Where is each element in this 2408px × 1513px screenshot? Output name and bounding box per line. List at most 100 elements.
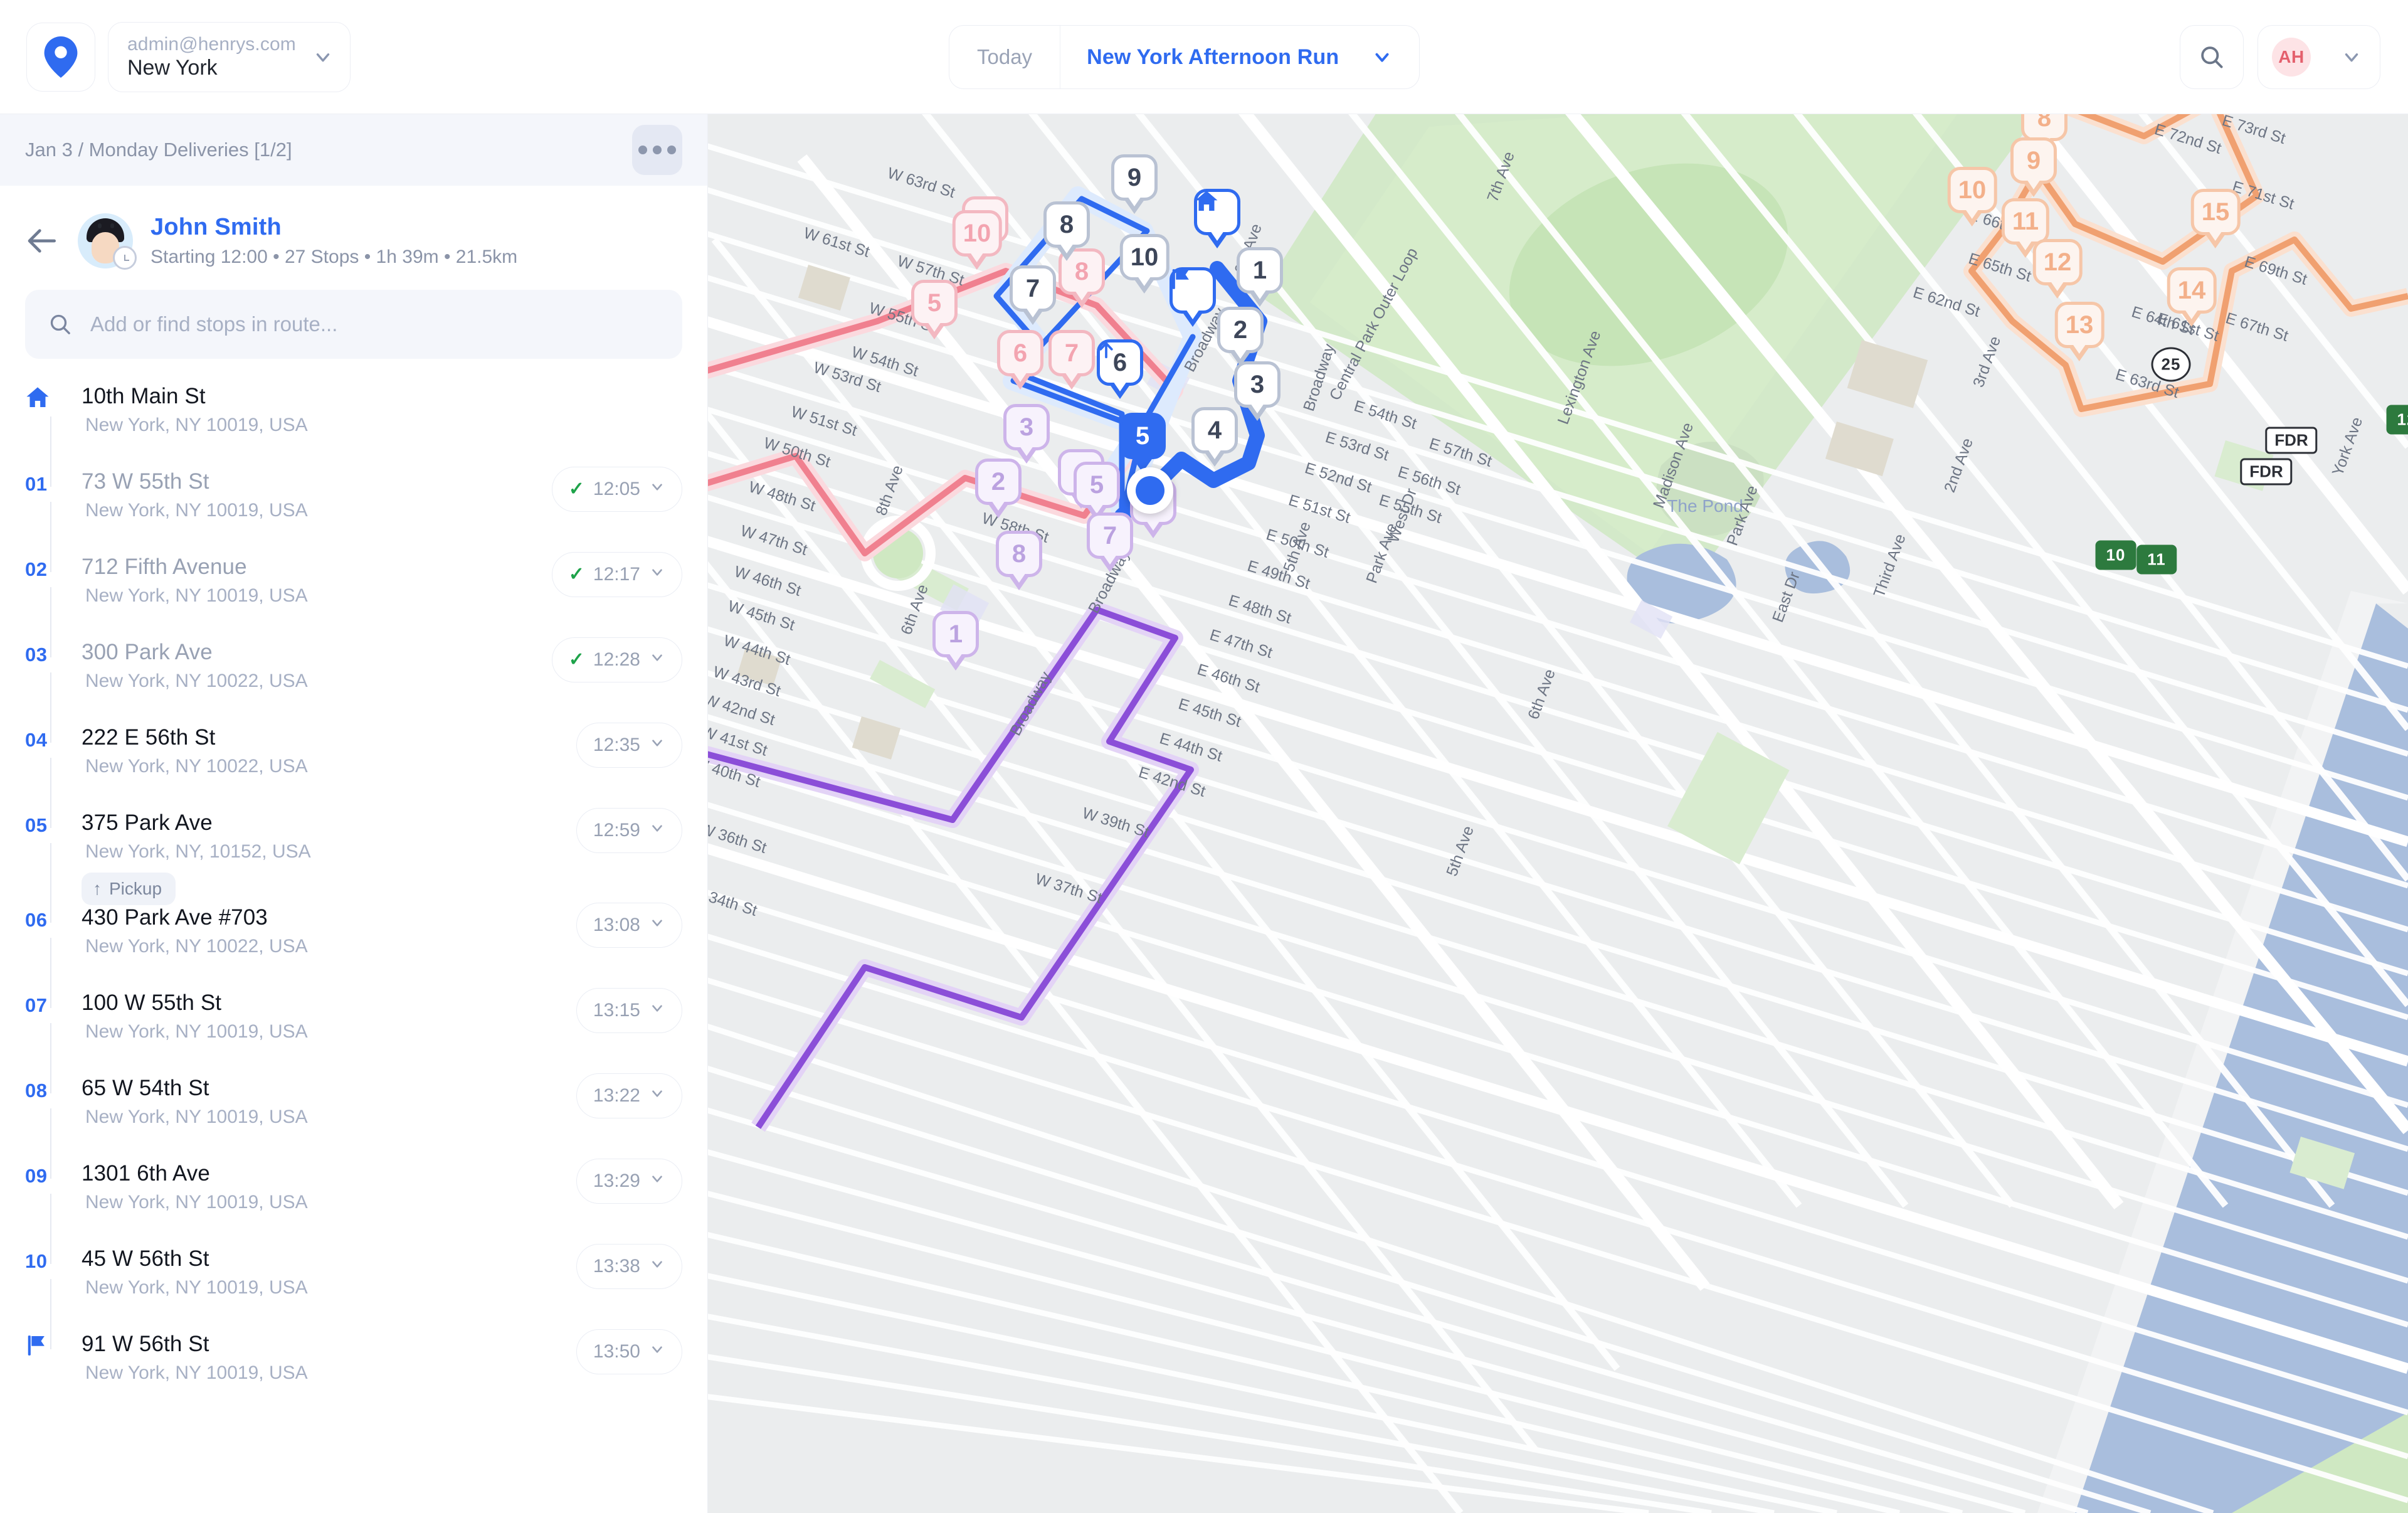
stop-details: 375 Park Ave New York, NY, 10152, USA ↑ Pic… [82,810,576,905]
stop-number: 01 [25,473,48,495]
stop-row[interactable]: 09 1301 6th Ave New York, NY 10019, USA 13:… [0,1159,707,1264]
stop-time: 13:29 [593,1171,640,1191]
stop-time-pill[interactable]: 12:59 [576,808,682,853]
map-marker-7[interactable]: 7 [1087,512,1133,582]
flag-icon [28,1335,45,1356]
marker-label [1194,189,1240,235]
stop-row[interactable]: 02 712 Fifth Avenue New York, NY 10019, US… [0,552,707,657]
stop-time-pill[interactable]: 12:35 [576,723,682,768]
map-marker-9[interactable]: 9 [1111,154,1158,224]
stop-number: 04 [25,729,48,751]
current-position-marker[interactable] [1127,467,1173,514]
more-options-button[interactable] [632,125,682,175]
marker-label: 10 [952,210,1002,257]
search-button[interactable] [2180,25,2244,89]
stop-time-pill[interactable]: 13:15 [576,988,682,1033]
stop-row[interactable]: 91 W 56th St New York, NY 10019, USA 13:50 [0,1329,707,1417]
stop-details: 1301 6th Ave New York, NY 10019, USA [82,1161,576,1246]
map-label: FDR [2240,458,2293,486]
stop-row[interactable]: 08 65 W 54th St New York, NY 10019, USA 13:… [0,1073,707,1179]
stop-time-pill[interactable]: 13:38 [576,1244,682,1289]
stop-row[interactable]: 10 45 W 56th St New York, NY 10019, USA 13:… [0,1244,707,1349]
stop-row[interactable]: 05 375 Park Ave New York, NY, 10152, USA ↑ P… [0,808,707,923]
map-marker-10[interactable]: 10 [1947,167,1997,236]
map-canvas[interactable]: Central Park Outer Loop West Dr East Dr The… [708,114,2408,1513]
map-marker-3[interactable]: 3 [1234,361,1281,431]
map-marker-6[interactable]: 6 [1097,339,1143,409]
route-sidebar: Jan 3 / Monday Deliveries [1/2] John Smi… [0,114,708,1513]
deliveries-label: Jan 3 / Monday Deliveries [1/2] [25,139,292,161]
map-marker-14[interactable]: 14 [2167,267,2217,337]
map-marker-13[interactable]: 13 [2054,302,2104,371]
map-marker-6[interactable]: 6 [997,330,1043,400]
account-selector[interactable]: admin@henrys.com New York [108,21,351,92]
stop-time-pill[interactable]: 13:08 [576,903,682,948]
user-menu-button[interactable]: AH [2258,25,2380,89]
map-marker-7[interactable]: 7 [1048,330,1095,400]
stop-address: New York, NY 10022, USA [85,671,308,691]
stop-row[interactable]: 03 300 Park Ave New York, NY 10022, USA ✓ 12… [0,637,707,743]
map-marker-12[interactable]: 12 [2032,239,2083,309]
app-logo-button[interactable] [26,22,95,92]
check-icon: ✓ [568,479,584,499]
map-label: FDR [2265,427,2318,454]
stop-details: 430 Park Ave #703 New York, NY 10022, USA [82,905,576,990]
today-button[interactable]: Today [949,26,1061,88]
stop-details: 73 W 55th St New York, NY 10019, USA [82,469,552,555]
marker-label: 8 [996,531,1042,577]
stop-details: 300 Park Ave New York, NY 10022, USA [82,640,552,725]
account-email: admin@henrys.com [127,34,296,55]
map-marker-8[interactable]: 8 [996,531,1042,600]
home-icon [26,387,49,407]
driver-name[interactable]: John Smith [150,214,517,241]
route-switcher: Today New York Afternoon Run [949,25,1420,89]
stop-time-pill[interactable]: 13:22 [576,1073,682,1118]
arrow-left-icon[interactable] [25,223,60,258]
stop-time-pill[interactable]: ✓ 12:05 [551,467,682,512]
stop-details: 222 E 56th St New York, NY 10022, USA [82,725,576,810]
chevron-down-icon [649,479,665,500]
marker-label: 8 [1043,201,1090,248]
map-marker-5[interactable]: 5 [2122,114,2168,124]
map-marker-1[interactable]: 1 [932,611,979,681]
stop-time-pill[interactable]: 13:50 [576,1329,682,1374]
stop-search-box[interactable]: Add or find stops in route... [25,290,682,359]
search-input[interactable]: Add or find stops in route... [90,312,337,336]
marker-label: 3 [1003,404,1050,450]
stop-row[interactable]: 06 430 Park Ave #703 New York, NY 10022, U… [0,903,707,1008]
map-marker-15[interactable]: 15 [2190,189,2241,258]
map-marker-10[interactable]: 10 [1119,234,1170,304]
stop-time: 12:17 [593,564,640,585]
map-marker-flag[interactable] [1170,267,1216,337]
map-marker-8[interactable]: 8 [1043,201,1090,271]
stop-number: 10 [25,1250,48,1272]
marker-label: 12 [2032,239,2083,285]
stop-time-pill[interactable]: ✓ 12:17 [551,552,682,597]
map-marker-10[interactable]: 10 [952,210,1002,280]
driver-summary: Starting 12:00 • 27 Stops • 1h 39m • 21.… [150,247,518,267]
marker-label: 5 [911,280,958,326]
marker-label: 9 [1111,154,1158,201]
chevron-down-icon [316,53,330,61]
map-marker-4[interactable]: 4 [1191,407,1238,477]
map-marker-3[interactable]: 3 [1003,404,1050,474]
marker-label: 14 [2167,267,2217,314]
marker-label: 1 [1237,247,1283,294]
map-marker-5[interactable]: 5 [911,280,958,349]
stops-list: 10th Main St New York, NY 10019, USA 01 73 … [0,384,707,1417]
stop-time-pill[interactable]: 13:29 [576,1159,682,1204]
stop-row[interactable]: 04 222 E 56th St New York, NY 10022, USA 12… [0,723,707,828]
map-marker-7[interactable]: 7 [1010,265,1056,335]
stop-time-pill[interactable]: ✓ 12:28 [551,637,682,682]
check-icon: ✓ [568,649,584,670]
driver-header: John Smith Starting 12:00 • 27 Stops • 1… [0,186,707,285]
home-icon [25,384,82,469]
route-select[interactable]: New York Afternoon Run [1060,26,1419,88]
stop-row[interactable]: 07 100 W 55th St New York, NY 10019, USA 13… [0,988,707,1093]
map-marker-9[interactable]: 9 [2010,137,2057,207]
stop-row[interactable]: 10th Main St New York, NY 10019, USA [0,384,707,487]
stop-row[interactable]: 01 73 W 55th St New York, NY 10019, USA ✓ 12… [0,467,707,572]
stop-details: 91 W 56th St New York, NY 10019, USA [82,1332,576,1417]
stop-details: 712 Fifth Avenue New York, NY 10019, USA [82,555,552,640]
map-marker-home[interactable] [1194,189,1240,258]
